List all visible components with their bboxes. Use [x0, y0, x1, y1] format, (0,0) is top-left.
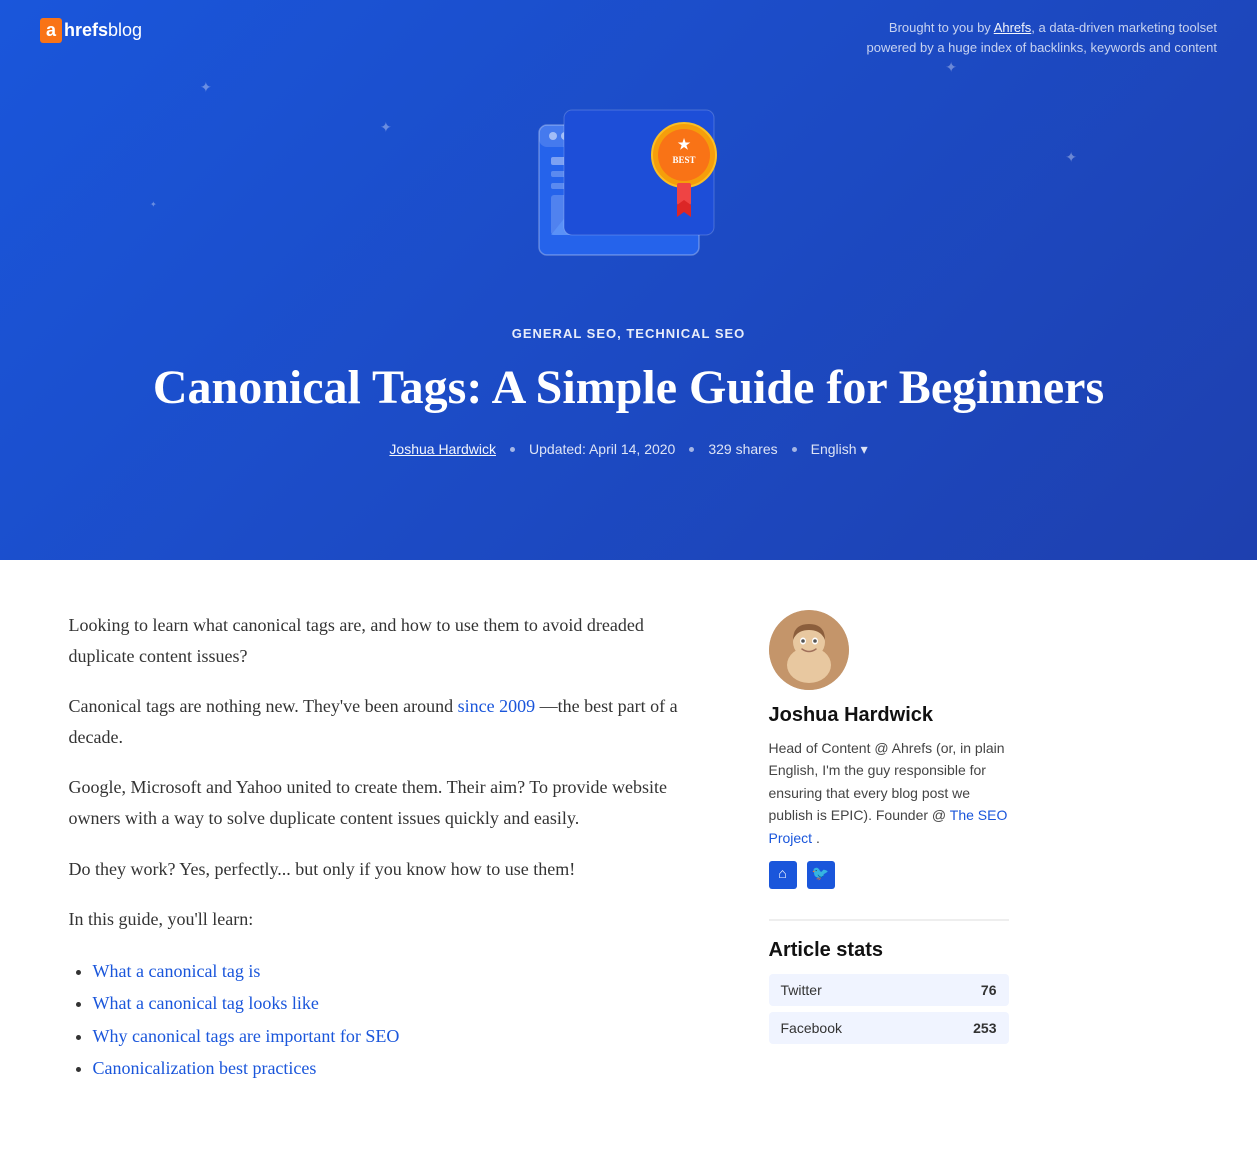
list-item: Why canonical tags are important for SEO: [93, 1020, 709, 1052]
hero-section: ✦ ✦ ✦ ✦ ✦ a hrefs blog Brought to you by…: [0, 0, 1257, 560]
stat-row-facebook: Facebook 253: [769, 1012, 1009, 1044]
author-bio-suffix: .: [816, 830, 820, 846]
ahrefs-link[interactable]: Ahrefs: [994, 20, 1032, 35]
categories-text: GENERAL SEO, TECHNICAL SEO: [512, 326, 746, 341]
author-twitter-link[interactable]: 🐦: [807, 861, 835, 889]
article-title: Canonical Tags: A Simple Guide for Begin…: [20, 359, 1237, 417]
sidebar-author-bio: Head of Content @ Ahrefs (or, in plain E…: [769, 737, 1009, 849]
share-count: 329 shares: [708, 441, 777, 457]
toc-link-1[interactable]: What a canonical tag is: [93, 961, 261, 981]
dropdown-chevron-icon: ▾: [861, 441, 868, 458]
main-content: Looking to learn what canonical tags are…: [39, 560, 1219, 1164]
list-item: What a canonical tag is: [93, 955, 709, 987]
toc-link-2[interactable]: What a canonical tag looks like: [93, 993, 319, 1013]
stat-label-facebook: Facebook: [781, 1020, 842, 1036]
stat-value-facebook: 253: [973, 1020, 996, 1036]
author-card: Joshua Hardwick Head of Content @ Ahrefs…: [769, 610, 1009, 889]
language-selector[interactable]: English ▾: [811, 441, 868, 458]
stat-value-twitter: 76: [981, 982, 997, 998]
updated-date: Updated: April 14, 2020: [529, 441, 675, 457]
author-home-link[interactable]: ⌂: [769, 861, 797, 889]
stat-label-twitter: Twitter: [781, 982, 822, 998]
meta-separator-1: [510, 447, 515, 452]
language-label: English: [811, 441, 857, 457]
meta-separator-3: [792, 447, 797, 452]
hero-title-container: Canonical Tags: A Simple Guide for Begin…: [0, 359, 1257, 417]
author-link[interactable]: Joshua Hardwick: [389, 441, 496, 457]
toc-link-4[interactable]: Canonicalization best practices: [93, 1058, 317, 1078]
hero-meta: Joshua Hardwick Updated: April 14, 2020 …: [0, 441, 1257, 518]
header-tagline: Brought to you by Ahrefs, a data-driven …: [837, 18, 1217, 57]
home-icon: ⌂: [778, 867, 786, 883]
article-intro: Looking to learn what canonical tags are…: [69, 610, 709, 671]
twitter-icon: 🐦: [812, 866, 829, 883]
top-bar: a hrefs blog Brought to you by Ahrefs, a…: [0, 0, 1257, 75]
stat-row-twitter: Twitter 76: [769, 974, 1009, 1006]
svg-text:★: ★: [677, 137, 690, 153]
author-social-links: ⌂ 🐦: [769, 861, 1009, 889]
logo-blog: blog: [108, 20, 142, 41]
article-body: Looking to learn what canonical tags are…: [69, 610, 709, 1104]
hero-categories: GENERAL SEO, TECHNICAL SEO: [0, 325, 1257, 343]
since2009-link[interactable]: since 2009: [458, 696, 535, 716]
toc-link-3[interactable]: Why canonical tags are important for SEO: [93, 1026, 400, 1046]
list-item: Canonicalization best practices: [93, 1052, 709, 1084]
p1-text: Canonical tags are nothing new. They've …: [69, 696, 454, 716]
list-item: What a canonical tag looks like: [93, 987, 709, 1019]
stats-title: Article stats: [769, 939, 1009, 962]
article-p2: Google, Microsoft and Yahoo united to cr…: [69, 772, 709, 833]
meta-separator-2: [689, 447, 694, 452]
logo-link[interactable]: a hrefs blog: [40, 18, 142, 43]
article-p3: Do they work? Yes, perfectly... but only…: [69, 854, 709, 885]
article-p4: In this guide, you'll learn:: [69, 904, 709, 935]
article-p1: Canonical tags are nothing new. They've …: [69, 691, 709, 752]
sidebar: Joshua Hardwick Head of Content @ Ahrefs…: [769, 610, 1009, 1104]
logo-a: a: [40, 18, 62, 43]
author-avatar: [769, 610, 849, 690]
svg-text:BEST: BEST: [672, 155, 695, 165]
sidebar-author-name: Joshua Hardwick: [769, 704, 1009, 727]
logo-brand: hrefs: [64, 20, 108, 41]
hero-illustration: ★ BEST: [0, 75, 1257, 325]
article-stats: Article stats Twitter 76 Facebook 253: [769, 919, 1009, 1044]
toc-list: What a canonical tag is What a canonical…: [69, 955, 709, 1085]
